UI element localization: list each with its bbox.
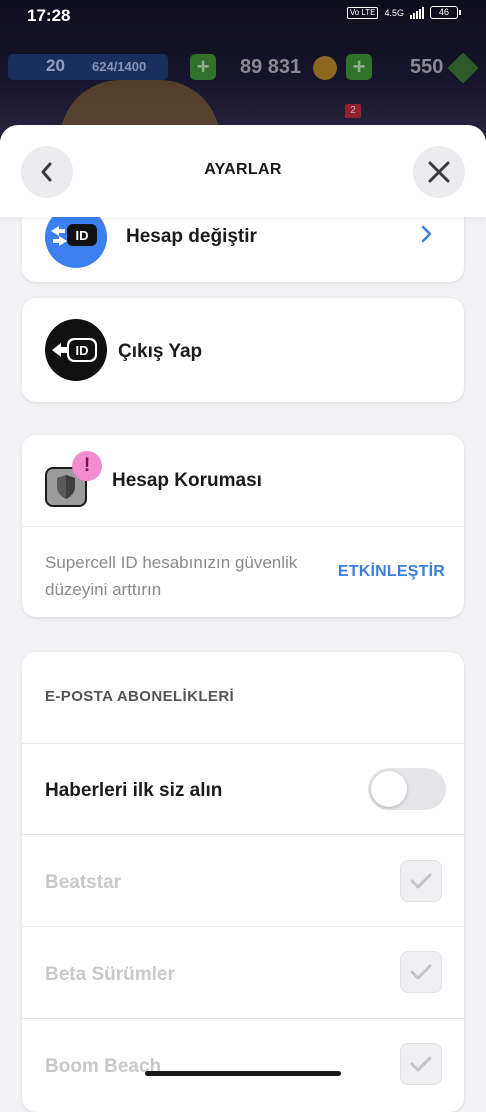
divider bbox=[22, 526, 464, 527]
signal-icon bbox=[410, 6, 424, 19]
volte-indicator: Vo LTE bbox=[346, 6, 379, 19]
alert-badge: ! bbox=[72, 451, 102, 481]
boom-beach-checkbox[interactable] bbox=[400, 1043, 442, 1085]
notification-badge: 2 bbox=[345, 104, 361, 118]
status-icons: Vo LTE 4.5G 46 bbox=[346, 6, 461, 19]
list-item-label: Beatstar bbox=[45, 872, 122, 893]
beta-checkbox[interactable] bbox=[400, 951, 442, 993]
chevron-right-icon bbox=[421, 225, 432, 243]
gem-icon bbox=[447, 52, 479, 84]
status-time: 17:28 bbox=[27, 6, 71, 25]
divider bbox=[22, 1018, 464, 1019]
list-item-label: Boom Beach bbox=[45, 1056, 162, 1077]
activate-button[interactable]: ETKİNLEŞTİR bbox=[338, 563, 445, 581]
protection-description: Supercell ID hesabınızın güvenlik düzeyi… bbox=[45, 553, 298, 599]
logout-label: Çıkış Yap bbox=[118, 341, 203, 362]
xp-text: 624/1400 bbox=[92, 59, 147, 74]
checkmark-icon bbox=[410, 873, 432, 889]
player-level: 20 bbox=[46, 56, 65, 75]
divider bbox=[22, 834, 464, 835]
checkmark-icon bbox=[410, 1056, 432, 1072]
toggle-knob bbox=[371, 771, 407, 807]
divider bbox=[22, 926, 464, 927]
home-indicator[interactable] bbox=[145, 1071, 341, 1076]
protection-title: Hesap Koruması bbox=[112, 470, 262, 491]
email-subscriptions-card: E-POSTA ABONELİKLERİ Haberleri ilk siz a… bbox=[22, 652, 464, 1112]
news-label: Haberleri ilk siz alın bbox=[45, 780, 223, 801]
settings-header: AYARLAR bbox=[0, 125, 486, 217]
network-type: 4.5G bbox=[384, 7, 404, 18]
email-section-title: E-POSTA ABONELİKLERİ bbox=[45, 688, 235, 705]
list-item-label: Beta Sürümler bbox=[45, 964, 175, 985]
beatstar-checkbox[interactable] bbox=[400, 860, 442, 902]
checkmark-icon bbox=[410, 964, 432, 980]
close-icon bbox=[428, 161, 450, 183]
close-button[interactable] bbox=[413, 146, 465, 198]
id-logout-icon: ID bbox=[52, 338, 97, 362]
battery-icon: 46 bbox=[430, 6, 461, 19]
game-background: 17:28 Vo LTE 4.5G 46 20 624/1400 + 89 83… bbox=[0, 0, 486, 140]
svg-text:ID: ID bbox=[76, 228, 89, 243]
svg-text:ID: ID bbox=[76, 343, 89, 358]
news-toggle[interactable] bbox=[368, 768, 446, 810]
switch-account-label: Hesap değiştir bbox=[126, 226, 257, 247]
account-protection-card: ! Hesap Koruması Supercell ID hesabınızı… bbox=[22, 435, 464, 617]
gem-count: 550 bbox=[410, 56, 444, 78]
coin-count: 89 831 bbox=[240, 56, 302, 78]
plus-icon: + bbox=[346, 54, 372, 80]
logout-icon: ID bbox=[45, 319, 107, 381]
logout-card[interactable]: ID Çıkış Yap bbox=[22, 298, 464, 402]
game-hud: 20 624/1400 + 89 831 + 550 bbox=[0, 52, 486, 84]
coin-icon bbox=[313, 56, 337, 80]
divider bbox=[22, 743, 464, 744]
plus-icon: + bbox=[190, 54, 216, 80]
